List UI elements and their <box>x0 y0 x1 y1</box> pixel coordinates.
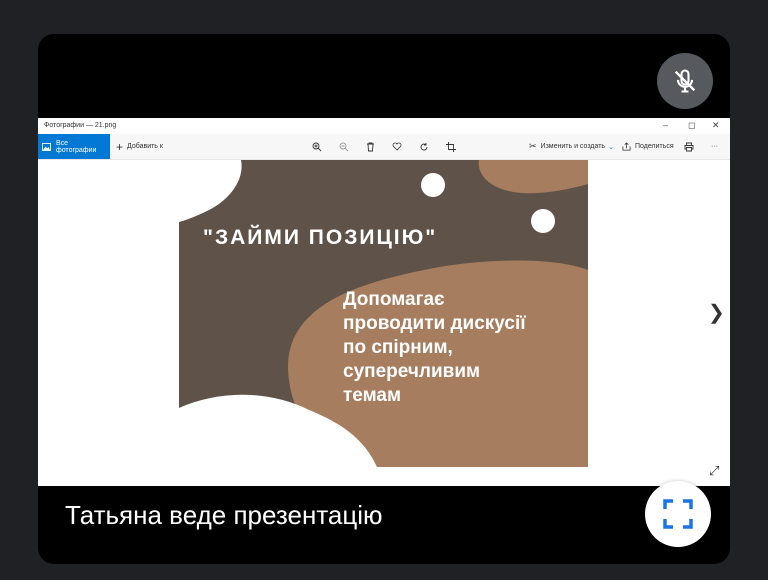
zoom-in-icon <box>312 142 322 151</box>
expand-button[interactable]: ⤢ <box>709 463 719 479</box>
favorite-button[interactable] <box>392 134 402 159</box>
share-button[interactable]: Поделиться <box>622 134 674 159</box>
more-button[interactable]: ··· <box>711 134 718 159</box>
fullscreen-icon <box>663 499 693 529</box>
plus-icon: + <box>116 139 124 154</box>
slide-body-line: темам <box>343 385 402 406</box>
delete-button[interactable] <box>366 134 375 159</box>
slide-body-line: по спірним, <box>343 337 453 358</box>
fullscreen-button[interactable] <box>645 481 711 547</box>
all-photos-button[interactable]: Все фотографии <box>38 134 110 159</box>
all-photos-label: Все фотографии <box>55 139 97 154</box>
next-image-button[interactable]: ❯ <box>708 300 725 325</box>
restore-button[interactable]: ◻ <box>688 120 695 131</box>
expand-icon: ⤢ <box>709 463 720 478</box>
slide-body-line: проводити дискусії <box>343 313 526 334</box>
presenter-caption: Татьяна веде презентацію <box>65 500 383 530</box>
zoom-out-button[interactable] <box>339 134 349 159</box>
mic-off-icon <box>674 69 696 93</box>
muted-indicator[interactable] <box>657 53 713 109</box>
share-icon <box>622 142 631 151</box>
add-to-button[interactable]: + Добавить к <box>116 134 163 159</box>
photo-viewer: "ЗАЙМИ ПОЗИЦІЮ" Допомагає проводити диск… <box>38 160 730 486</box>
heart-icon <box>392 142 402 151</box>
printer-icon <box>684 142 694 151</box>
minimize-button[interactable]: – <box>663 120 668 130</box>
chevron-right-icon: ❯ <box>708 302 725 324</box>
zoom-in-button[interactable] <box>312 134 322 159</box>
zoom-out-icon <box>339 142 349 151</box>
edit-create-label: Изменить и создать <box>540 143 606 150</box>
edit-create-button[interactable]: ✂ Изменить и создать ⌄ <box>529 134 614 159</box>
slide-body-line: суперечливим <box>343 361 481 382</box>
close-button[interactable]: ✕ <box>712 120 720 131</box>
share-label: Поделиться <box>635 143 674 150</box>
photos-toolbar: Все фотографии + Добавить к ✂ Изменить и… <box>38 134 730 160</box>
shared-screen: Фотографии — 21.png – ◻ ✕ Все фотографии… <box>38 118 730 486</box>
participant-tile: Фотографии — 21.png – ◻ ✕ Все фотографии… <box>38 34 730 564</box>
more-icon: ··· <box>711 143 718 150</box>
slide-body-line: Допомагає <box>343 289 445 310</box>
presentation-slide: "ЗАЙМИ ПОЗИЦІЮ" Допомагає проводити диск… <box>179 160 588 467</box>
print-button[interactable] <box>684 134 694 159</box>
image-icon <box>42 142 51 151</box>
add-to-label: Добавить к <box>127 143 163 150</box>
chevron-down-icon: ⌄ <box>608 143 614 151</box>
window-title: Фотографии — 21.png <box>44 122 117 129</box>
rotate-button[interactable] <box>419 134 429 159</box>
crop-icon <box>446 141 456 152</box>
slide-title: "ЗАЙМИ ПОЗИЦІЮ" <box>203 226 438 249</box>
crop-button[interactable] <box>446 134 456 159</box>
slide-body: Допомагає проводити дискусії по спірним,… <box>343 288 588 408</box>
photos-titlebar: Фотографии — 21.png – ◻ ✕ <box>38 118 730 134</box>
rotate-icon <box>420 142 428 150</box>
edit-icon: ✂ <box>529 141 537 151</box>
trash-icon <box>367 142 374 151</box>
